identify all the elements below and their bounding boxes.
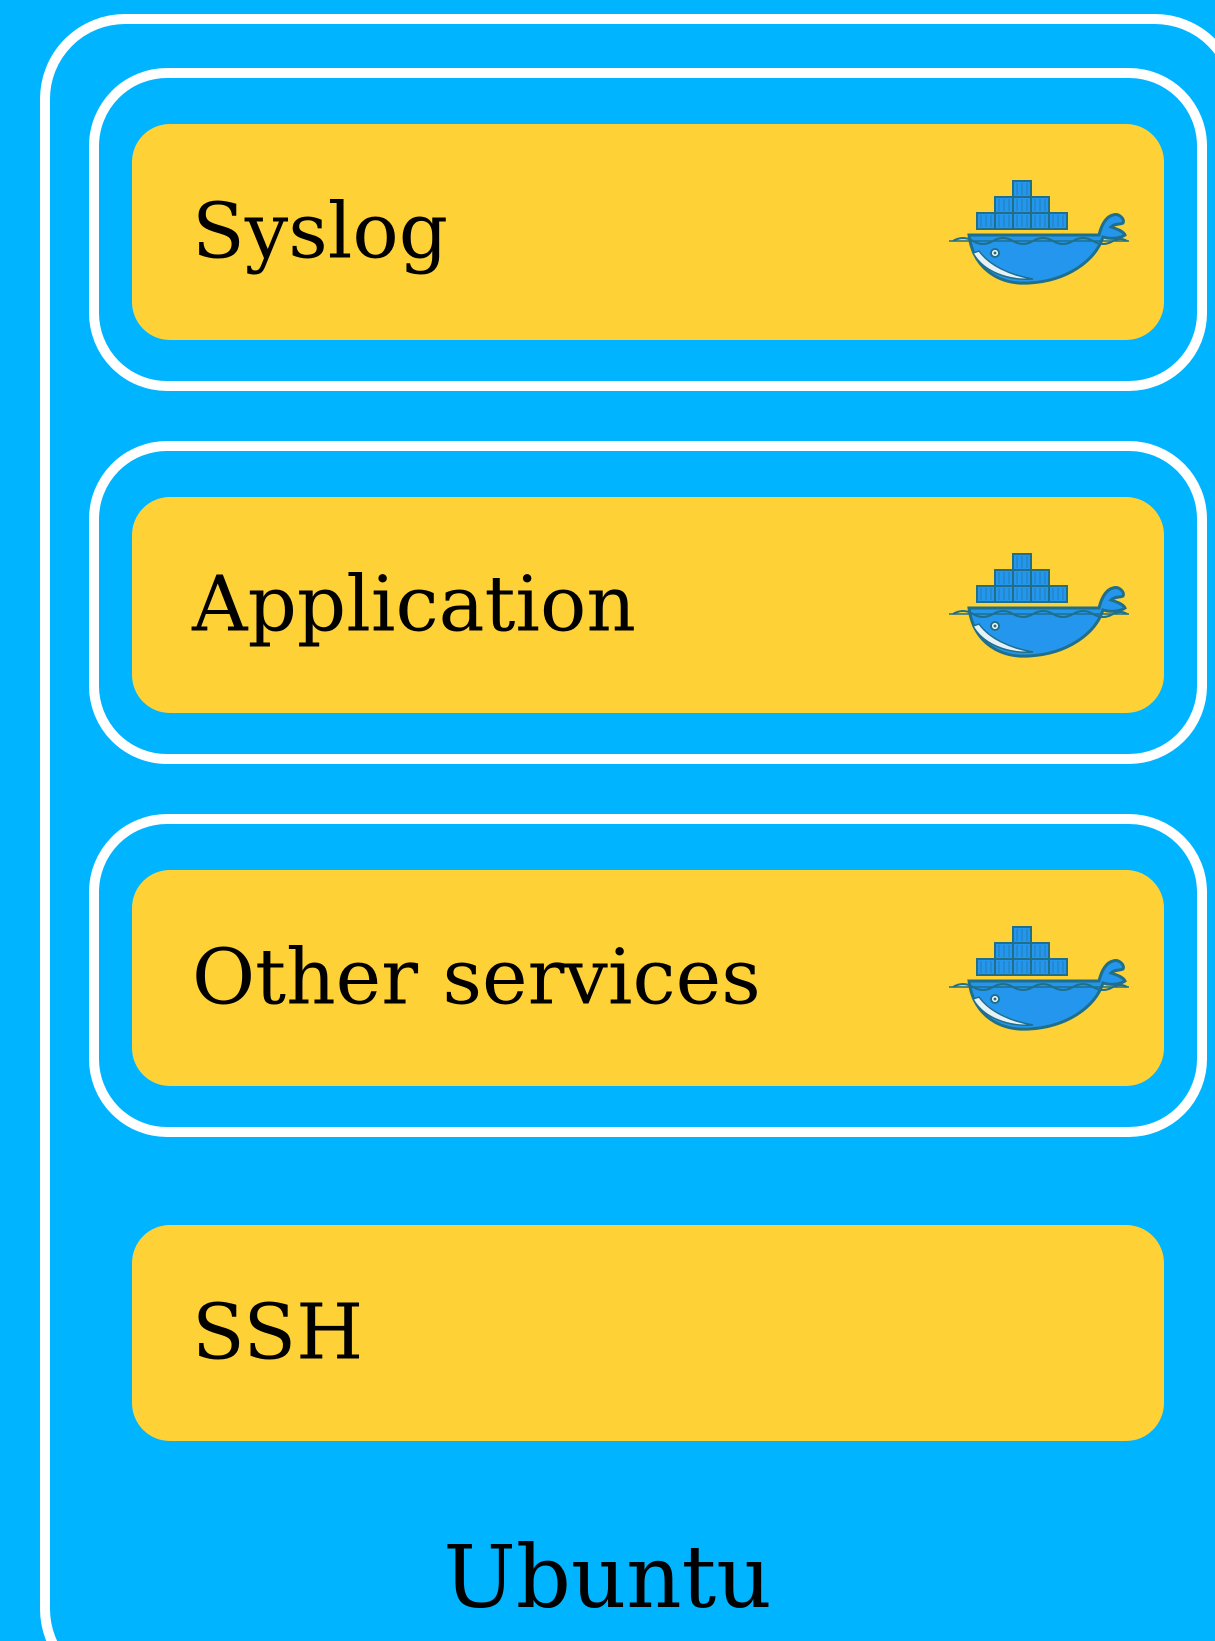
service-label: Syslog — [192, 187, 449, 277]
service-label: SSH — [192, 1288, 364, 1378]
host-label: Ubuntu — [443, 1528, 772, 1628]
service-syslog: Syslog — [132, 124, 1164, 340]
docker-whale-icon — [948, 179, 1130, 289]
docker-whale-icon — [948, 552, 1130, 662]
service-application: Application — [132, 497, 1164, 713]
docker-whale-icon — [948, 925, 1130, 1035]
service-label: Other services — [192, 933, 761, 1023]
service-other-services: Other services — [132, 870, 1164, 1086]
service-ssh: SSH — [132, 1225, 1164, 1441]
service-label: Application — [192, 560, 636, 650]
